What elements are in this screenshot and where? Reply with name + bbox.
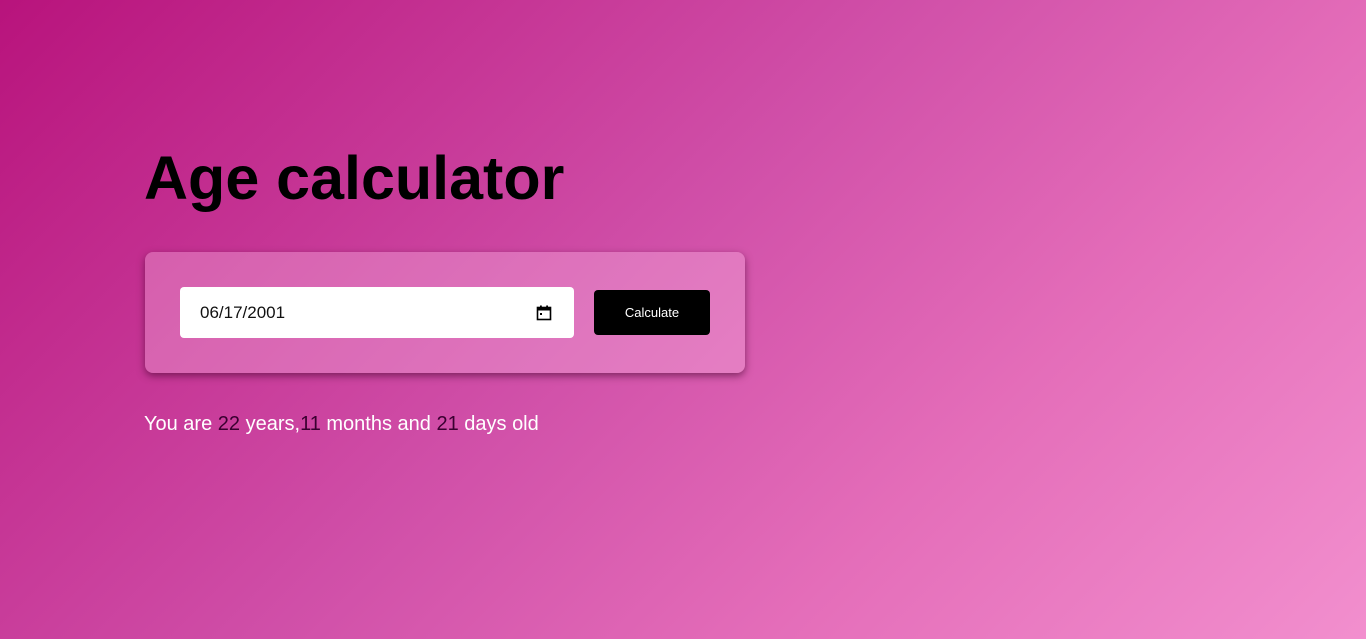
page-title: Age calculator (144, 144, 565, 212)
result-days: 21 (436, 413, 459, 435)
calculate-button[interactable]: Calculate (594, 290, 710, 335)
result-months: 11 (300, 413, 321, 435)
age-calculator-container: Age calculator 06/17/2001 Calculate You … (144, 143, 746, 435)
input-card: 06/17/2001 Calculate (145, 252, 745, 373)
result-years: 22 (217, 413, 241, 435)
calendar-icon[interactable] (536, 305, 552, 321)
birthdate-value[interactable]: 06/17/2001 (200, 303, 536, 323)
result-prefix: You are (144, 413, 218, 435)
result-months-label: months and (320, 413, 437, 435)
result-days-label: days old (458, 413, 539, 435)
result-years-label: years, (240, 413, 301, 435)
birthdate-input[interactable]: 06/17/2001 (180, 287, 574, 338)
age-result: You are 22 years,11 months and 21 days o… (144, 413, 539, 436)
